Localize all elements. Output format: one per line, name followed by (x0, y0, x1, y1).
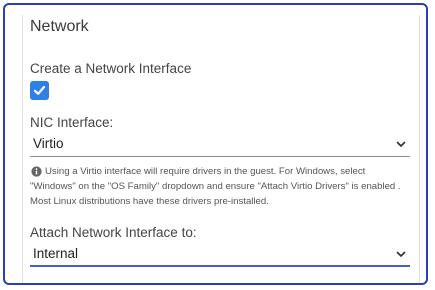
checkmark-icon (33, 85, 46, 95)
attach-to-select[interactable]: Internal (30, 243, 410, 267)
virtio-info-note: Using a Virtio interface will require dr… (30, 164, 405, 209)
attach-to-label: Attach Network Interface to: (30, 225, 197, 240)
create-interface-label: Create a Network Interface (30, 61, 192, 76)
create-interface-checkbox[interactable] (30, 81, 49, 100)
virtio-info-text: Using a Virtio interface will require dr… (30, 166, 401, 207)
chevron-down-icon (396, 251, 406, 257)
nic-interface-value: Virtio (33, 136, 64, 151)
nic-interface-label: NIC Interface: (30, 115, 114, 130)
panel-title: Network (30, 18, 89, 35)
attach-to-value: Internal (33, 246, 79, 261)
info-icon (31, 166, 42, 177)
nic-interface-select[interactable]: Virtio (30, 133, 410, 157)
chevron-down-icon (396, 141, 406, 147)
